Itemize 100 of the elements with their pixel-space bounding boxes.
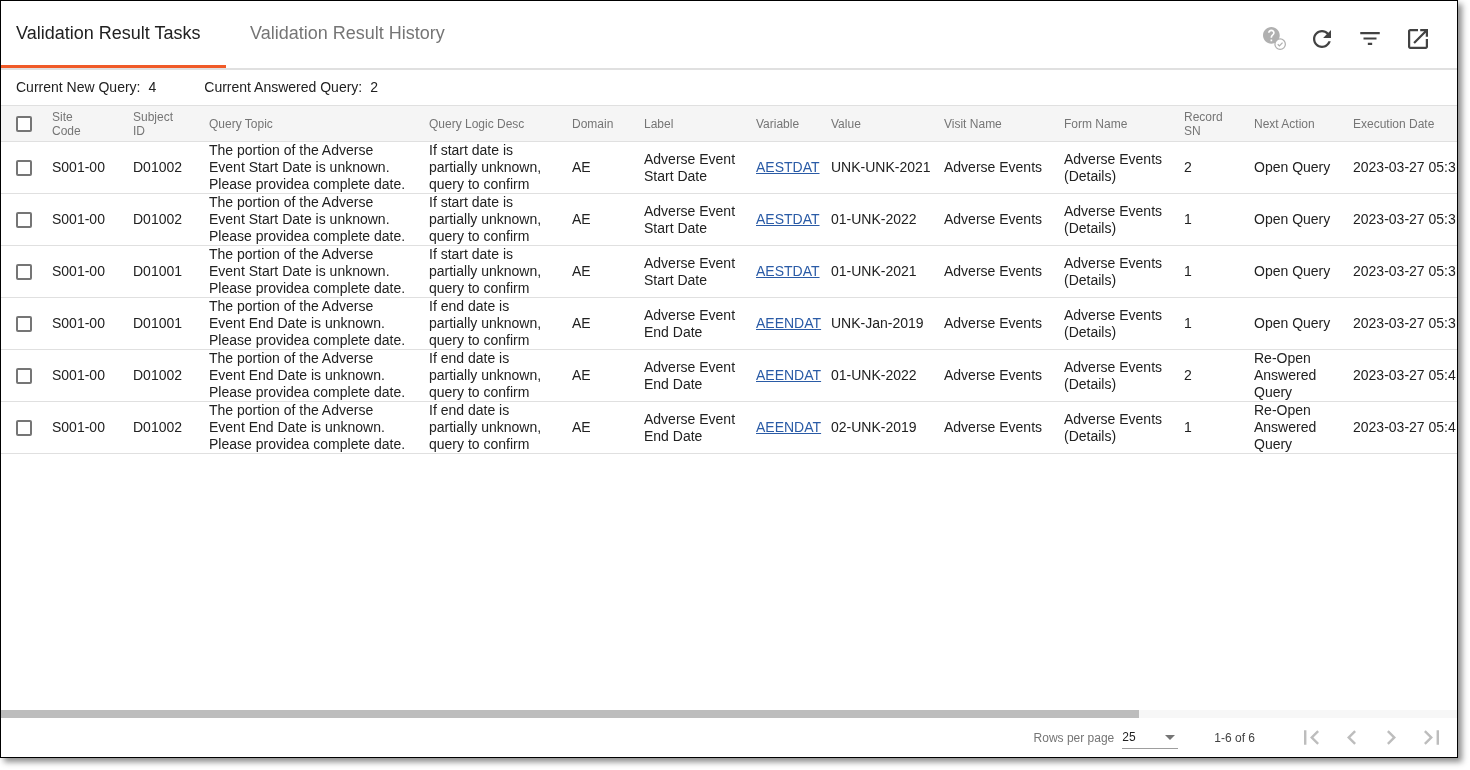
table-cell: AE (572, 367, 591, 383)
checkbox[interactable] (16, 159, 32, 176)
checkbox[interactable] (16, 315, 32, 332)
refresh-icon (1313, 29, 1331, 48)
table-cell: Adverse Events (944, 419, 1043, 435)
summary-label: Current Answered Query: (204, 78, 363, 97)
table-cell: 01-UNK-2022 (831, 367, 917, 383)
table-cell: 2023-03-27 05:3 (1353, 159, 1456, 175)
table-cell: Adverse Events (Details) (1064, 202, 1163, 236)
column-header: Next Action (1254, 116, 1315, 131)
table-cell: D01002 (133, 419, 183, 435)
checkbox[interactable] (16, 367, 32, 384)
table-cell: Re-Open Answered Query (1254, 350, 1317, 400)
column-header: Execution Date (1353, 116, 1435, 131)
column-header: Label (644, 116, 674, 131)
column-header: Variable (756, 116, 800, 131)
variable-link[interactable]: AEENDAT (756, 367, 822, 383)
checkbox[interactable] (16, 115, 32, 132)
variable-link[interactable]: AEENDAT (756, 419, 822, 435)
table-cell: D01001 (133, 315, 183, 331)
help-check-icon (1262, 27, 1286, 50)
rows-per-page-label: Rows per page (1033, 729, 1115, 747)
table-cell: If end date is partially unknown, query to confirm (429, 298, 542, 348)
table-cell: Adverse Events (944, 263, 1043, 279)
variable-link[interactable]: AEENDAT (756, 315, 822, 331)
column-header: Visit Name (944, 116, 1002, 131)
table-cell: Adverse Events (944, 211, 1043, 227)
table-cell: S001-00 (52, 419, 105, 435)
summary-count: 4 (148, 78, 157, 97)
table-cell: Adverse Events (Details) (1064, 306, 1163, 340)
table-cell: 01-UNK-2021 (831, 263, 917, 279)
tab[interactable]: Validation Result Tasks (1, 1, 226, 68)
table-cell: UNK-Jan-2019 (831, 315, 924, 331)
table-cell: 2023-03-27 05:4 (1353, 367, 1456, 383)
open-in-new-icon (1408, 28, 1428, 49)
table-cell: 01-UNK-2022 (831, 211, 917, 227)
table-cell: If end date is partially unknown, query to confirm (429, 350, 542, 400)
table-cell: Open Query (1254, 315, 1331, 331)
table-cell: 2 (1184, 159, 1192, 175)
table-cell: 1 (1184, 263, 1192, 279)
checkbox[interactable] (16, 211, 32, 228)
table-cell: The portion of the Adverse Event End Date is unknown. Please providea complete date. (209, 402, 406, 452)
table-cell: Re-Open Answered Query (1254, 402, 1317, 452)
table-cell: D01002 (133, 211, 183, 227)
variable-link[interactable]: AESTDAT (756, 159, 820, 175)
table-cell: 2023-03-27 05:4 (1353, 419, 1456, 435)
caret-icon (1165, 734, 1176, 740)
table-cell: S001-00 (52, 159, 105, 175)
variable-link[interactable]: AESTDAT (756, 263, 820, 279)
table-cell: 1 (1184, 211, 1192, 227)
chevron-left-icon (1346, 730, 1356, 745)
table-cell: S001-00 (52, 315, 105, 331)
filter-icon (1360, 32, 1380, 45)
column-header: Domain (572, 116, 614, 131)
column-header: Value (831, 116, 861, 131)
table-cell: Adverse Event End Date (644, 306, 736, 340)
table-cell: 2023-03-27 05:3 (1353, 263, 1456, 279)
horizontal-scrollbar[interactable] (1, 710, 1457, 718)
table-cell: Adverse Events (944, 159, 1043, 175)
column-header: Query Logic Desc (429, 116, 525, 131)
table-cell: If end date is partially unknown, query to confirm (429, 402, 542, 452)
table-cell: Open Query (1254, 263, 1331, 279)
table-cell: Open Query (1254, 159, 1331, 175)
table-cell: D01001 (133, 263, 183, 279)
table-cell: Adverse Event Start Date (644, 202, 736, 236)
page-range: 1-6 of 6 (1214, 729, 1255, 747)
table-cell: 02-UNK-2019 (831, 419, 917, 435)
table-cell: Adverse Event End Date (644, 358, 736, 392)
variable-link[interactable]: AESTDAT (756, 211, 820, 227)
table-cell: If start date is partially unknown, query to confirm (429, 246, 542, 296)
first-page-icon (1303, 730, 1319, 745)
column-header: Query Topic (209, 116, 273, 131)
table-cell: The portion of the Adverse Event End Date is unknown. Please providea complete date. (209, 350, 406, 400)
checkbox[interactable] (16, 263, 32, 280)
tab[interactable]: Validation Result History (226, 1, 465, 68)
table-cell: The portion of the Adverse Event Start Date is unknown. Please providea complete date. (209, 142, 406, 192)
column-header: Site Code (52, 109, 81, 138)
table-cell: If start date is partially unknown, query to confirm (429, 142, 542, 192)
table-cell: Open Query (1254, 211, 1331, 227)
rows-per-page-select[interactable]: 25 (1122, 726, 1179, 749)
column-header: Form Name (1064, 116, 1128, 131)
table-cell: Adverse Events (Details) (1064, 358, 1163, 392)
table-cell: Adverse Events (Details) (1064, 410, 1163, 444)
table-cell: S001-00 (52, 211, 105, 227)
scrollbar-thumb[interactable] (1, 710, 1139, 718)
table-cell: Adverse Event Start Date (644, 254, 736, 288)
column-header: Subject ID (133, 109, 174, 138)
table-cell: 1 (1184, 419, 1192, 435)
table-cell: The portion of the Adverse Event Start Date is unknown. Please providea complete date. (209, 246, 406, 296)
table-cell: AE (572, 263, 591, 279)
table-cell: 2023-03-27 05:3 (1353, 315, 1456, 331)
table-cell: Adverse Events (944, 367, 1043, 383)
table-cell: 2 (1184, 367, 1192, 383)
table-cell: AE (572, 211, 591, 227)
table-cell: 2023-03-27 05:3 (1353, 211, 1456, 227)
summary-count: 2 (370, 78, 379, 97)
table-cell: Adverse Events (944, 315, 1043, 331)
table-cell: If start date is partially unknown, query to confirm (429, 194, 542, 244)
checkbox[interactable] (16, 419, 32, 436)
table-cell: AE (572, 419, 591, 435)
